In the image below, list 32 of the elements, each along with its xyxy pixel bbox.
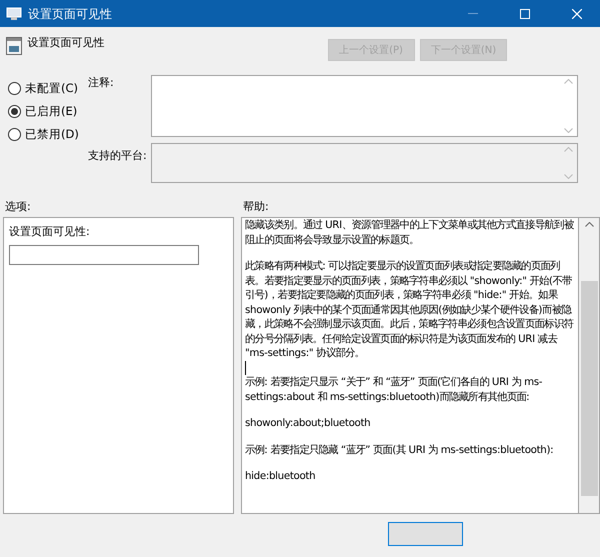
platform-label: 支持的平台: bbox=[88, 148, 148, 164]
policy-icon bbox=[6, 37, 22, 55]
comment-label: 注释: bbox=[88, 75, 115, 91]
policy-title: 设置页面可见性 bbox=[28, 35, 106, 51]
scrollbar[interactable] bbox=[579, 218, 599, 513]
text-cursor bbox=[245, 360, 246, 374]
radio-button[interactable] bbox=[8, 82, 21, 95]
input-field[interactable] bbox=[9, 244, 199, 264]
help-paragraph: showonly:about;bluetooth bbox=[245, 416, 372, 430]
field-label: 设置页面可见性: bbox=[9, 224, 91, 240]
radio-label: 未配置(C) bbox=[25, 80, 78, 97]
help-paragraph: hide:bluetooth bbox=[245, 469, 316, 484]
maximize-icon bbox=[520, 8, 530, 18]
scroll-up-icon[interactable] bbox=[584, 222, 594, 227]
scroll-thumb[interactable] bbox=[580, 281, 598, 496]
radio-button[interactable] bbox=[8, 105, 21, 118]
radio-button[interactable] bbox=[8, 128, 21, 141]
help-label: 帮助: bbox=[243, 199, 269, 215]
options-label: 选项: bbox=[5, 199, 32, 215]
radio-label: 已禁用(D) bbox=[25, 126, 79, 143]
close-icon bbox=[572, 8, 582, 18]
window-title: 设置页面可见性 bbox=[28, 6, 113, 22]
help-paragraph: 示例: 若要指定只显示 “关于” 和 “蓝牙” 页面(它们各自的 URI 为 ms-settings:about 和 ms-settings:bluetooth)而隐藏所有其他页面: bbox=[245, 375, 544, 404]
app-icon bbox=[6, 6, 22, 20]
minimize-icon bbox=[468, 12, 478, 14]
help-paragraph: 示例: 若要指定只隐藏 “蓝牙” 页面(其 URI 为 ms-settings:bluetooth): bbox=[245, 442, 554, 457]
scroll-down-icon[interactable] bbox=[564, 128, 573, 133]
help-paragraph: 此策略有两种模式: 可以指定要显示的设置页面列表或指定要隐藏的页面列表。若要指定要显示的页面列表，策略字符串必须以 "showonly:" 开始(不带引号)，若要指定要隐藏的页面列表，策略字符串必须 "hide:" 开始。如果 showonly 列表中的某个页面通常因其他原因(例如缺少某个硬件设备)而被隐藏，此策略不会强制显示该页面。此后，策略字符串必须包含设置页面标识符的分号分隔列表。任何给定设置页面的标识符是为该页面发布的 URI 减去 "ms-settings:" 协议部分。 bbox=[245, 259, 574, 360]
radio-label: 已启用(E) bbox=[25, 102, 78, 120]
comment-field[interactable] bbox=[151, 75, 578, 137]
help-paragraph: 隐藏该类别。通过 URI、资源管理器中的上下文菜单或其他方式直接导航到被阻止的页面将会导致显示设置的标题页。 bbox=[245, 218, 575, 247]
dialog-button[interactable] bbox=[388, 522, 463, 546]
